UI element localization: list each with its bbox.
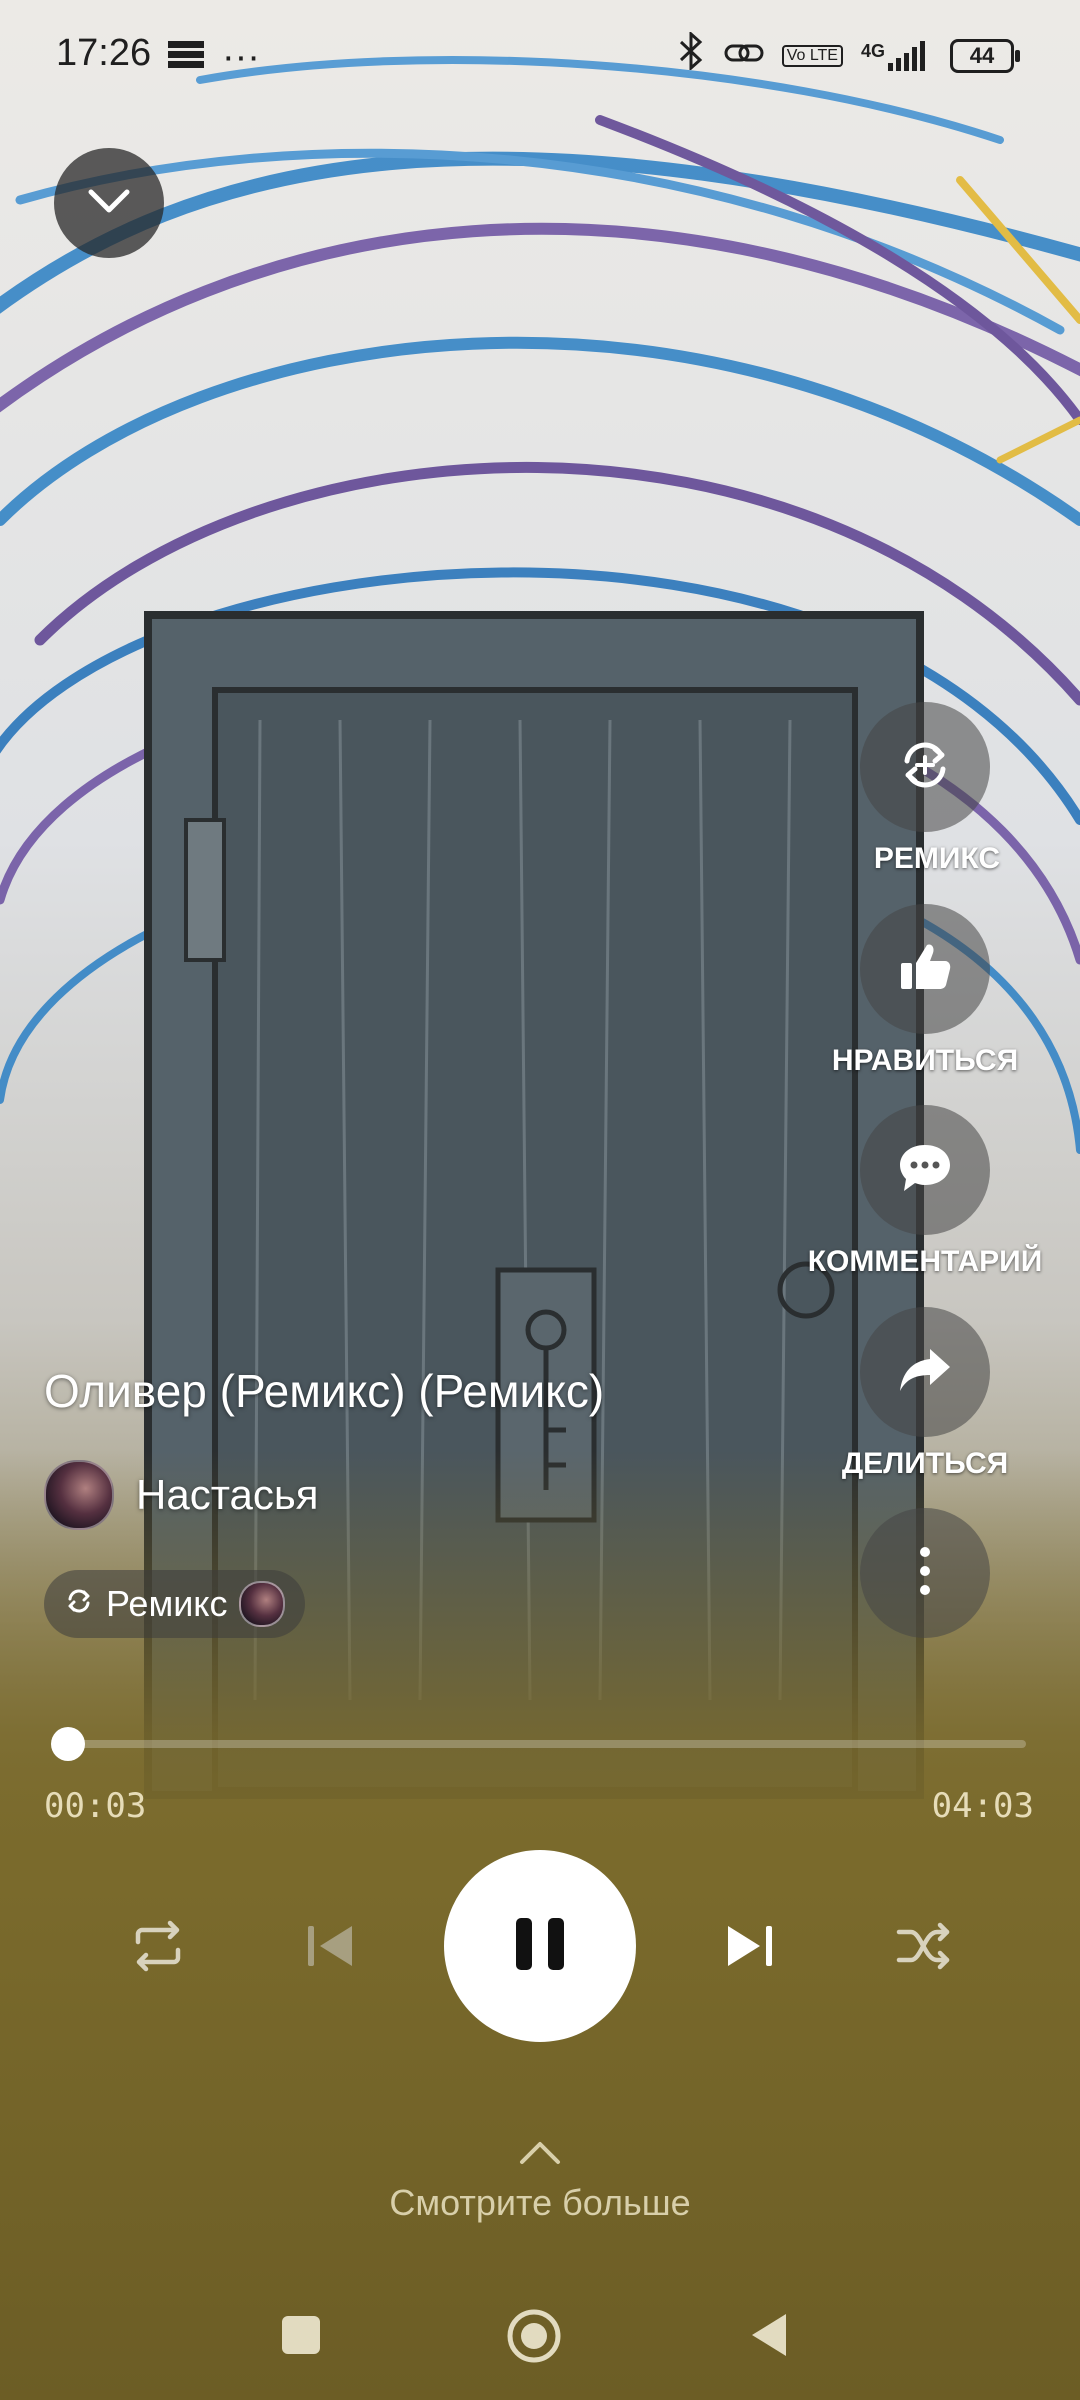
comment-label: КОММЕНТАРИЙ [807, 1245, 1043, 1278]
home-square-icon[interactable] [280, 2314, 322, 2361]
more-notifications-icon: ··· [222, 36, 260, 78]
artist-avatar[interactable] [44, 1460, 114, 1530]
system-nav-bar [0, 2280, 1080, 2400]
remix-chip-label: Ремикс [106, 1583, 228, 1624]
remix-action[interactable]: РЕМИКС [850, 702, 1000, 876]
pause-icon [512, 1914, 568, 1979]
progress-bar[interactable] [50, 1727, 1026, 1761]
remix-chip-avatar [239, 1581, 286, 1627]
notification-icon [168, 36, 204, 79]
volte-icon: Vo LTE [781, 45, 843, 67]
shuffle-icon [895, 1920, 953, 1977]
chevron-up-icon[interactable] [516, 2136, 564, 2173]
comment-button[interactable] [860, 1105, 990, 1235]
remix-label: РЕМИКС [873, 842, 1000, 875]
link-icon [724, 35, 764, 78]
network-type: 4G [860, 41, 885, 61]
signal-icon: 4G [861, 41, 932, 71]
thumbs-up-icon [897, 939, 953, 1000]
total-time: 04:03 [931, 1786, 1034, 1826]
more-button[interactable] [860, 1508, 990, 1638]
status-bar: 17:26 ··· Vo LTE 4G 44 [0, 0, 1080, 108]
remix-button[interactable] [860, 702, 990, 832]
see-more-label[interactable]: Смотрите больше [0, 2182, 1080, 2224]
shuffle-button[interactable] [892, 1916, 956, 1980]
share-icon [896, 1345, 954, 1400]
like-action[interactable]: НРАВИТЬСЯ [832, 904, 1018, 1078]
share-action[interactable]: ДЕЛИТЬСЯ [842, 1307, 1008, 1481]
back-triangle-icon[interactable] [748, 2310, 790, 2365]
repeat-icon [130, 1920, 186, 1977]
home-circle-icon[interactable] [506, 2308, 562, 2369]
next-icon [724, 1922, 776, 1975]
more-vertical-icon [919, 1546, 931, 1601]
progress-thumb[interactable] [50, 1727, 85, 1761]
like-label: НРАВИТЬСЯ [831, 1044, 1019, 1077]
collapse-chevron-icon [85, 186, 133, 221]
battery-icon: 44 [950, 39, 1020, 73]
status-time: 17:26 [56, 32, 152, 74]
elapsed-time: 00:03 [44, 1786, 147, 1826]
previous-button[interactable] [298, 1916, 362, 1980]
pause-button[interactable] [444, 1850, 636, 2042]
repeat-button[interactable] [126, 1916, 190, 1980]
share-button[interactable] [860, 1307, 990, 1437]
share-label: ДЕЛИТЬСЯ [841, 1447, 1009, 1480]
collapse-button[interactable] [54, 148, 164, 258]
remix-chip[interactable]: Ремикс [44, 1570, 306, 1638]
comment-icon [896, 1141, 954, 1200]
more-action[interactable] [850, 1508, 1000, 1638]
remix-icon [895, 735, 955, 800]
artist-row[interactable]: Настасья [44, 1460, 318, 1530]
remix-small-icon [64, 1583, 94, 1625]
track-title: Оливер (Ремикс) (Ремикс) [44, 1365, 605, 1417]
artist-name[interactable]: Настасья [136, 1471, 318, 1519]
like-button[interactable] [860, 904, 990, 1034]
bluetooth-icon [676, 30, 706, 80]
next-button[interactable] [718, 1916, 782, 1980]
previous-icon [304, 1922, 356, 1975]
comment-action[interactable]: КОММЕНТАРИЙ [808, 1105, 1042, 1279]
